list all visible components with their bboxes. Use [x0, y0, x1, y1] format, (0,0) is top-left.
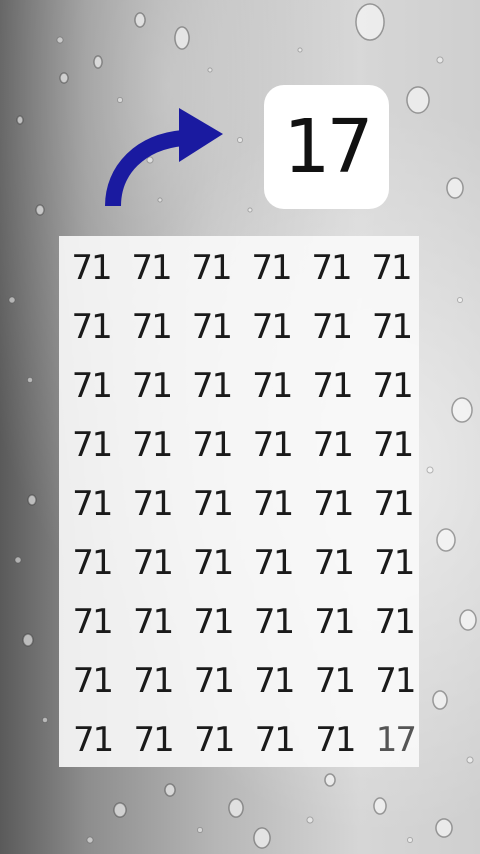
grid-cell[interactable]: 71	[243, 592, 303, 651]
grid-cell[interactable]: 71	[123, 710, 183, 769]
grid-cell[interactable]: 71	[303, 533, 363, 592]
grid-cell[interactable]: 17	[365, 710, 425, 769]
grid-cell[interactable]: 71	[302, 356, 362, 415]
grid-cell[interactable]: 71	[303, 474, 363, 533]
grid-cell[interactable]: 71	[123, 651, 183, 710]
grid-cell[interactable]: 71	[181, 297, 241, 356]
grid-cell[interactable]: 71	[241, 238, 301, 297]
grid-cell[interactable]: 71	[121, 297, 181, 356]
grid-cell[interactable]: 71	[364, 533, 424, 592]
grid-cell[interactable]: 71	[244, 651, 304, 710]
grid-cell[interactable]: 71	[182, 474, 242, 533]
grid-cell[interactable]: 71	[241, 297, 301, 356]
grid-cell[interactable]: 71	[242, 356, 302, 415]
grid-cell[interactable]: 71	[243, 474, 303, 533]
grid-cell[interactable]: 71	[62, 651, 122, 710]
grid-cell[interactable]: 71	[62, 533, 122, 592]
grid-cell[interactable]: 71	[305, 710, 365, 769]
grid-cell[interactable]: 71	[182, 356, 242, 415]
grid-cell[interactable]: 71	[304, 651, 364, 710]
grid-cell[interactable]: 71	[62, 592, 122, 651]
grid-cell[interactable]: 71	[184, 710, 244, 769]
grid-cell[interactable]: 71	[123, 592, 183, 651]
grid-cell[interactable]: 71	[244, 710, 304, 769]
grid-cell[interactable]: 71	[62, 415, 122, 474]
grid-cell[interactable]: 71	[242, 415, 302, 474]
grid-cell[interactable]: 71	[304, 592, 364, 651]
grid-cell[interactable]: 71	[61, 356, 121, 415]
grid-cell[interactable]: 71	[183, 533, 243, 592]
grid-cell[interactable]: 71	[183, 592, 243, 651]
grid-cell[interactable]: 71	[365, 651, 425, 710]
grid-cell[interactable]: 71	[363, 474, 423, 533]
target-number-box: 17	[264, 85, 389, 209]
curved-arrow-icon	[105, 108, 223, 207]
grid-cell[interactable]: 71	[122, 415, 182, 474]
grid-cell[interactable]: 71	[302, 415, 362, 474]
grid-cell[interactable]: 71	[61, 238, 121, 297]
number-grid: 71 71 71 71 71 71 71 71 71 71 71 71 71 71 71 71 71 71 71 71…	[59, 236, 419, 767]
grid-cell[interactable]: 71	[243, 533, 303, 592]
grid-cell[interactable]: 71	[122, 356, 182, 415]
grid-cell[interactable]: 71	[364, 592, 424, 651]
grid-cell[interactable]: 71	[122, 474, 182, 533]
grid-cell[interactable]: 71	[122, 533, 182, 592]
grid-cell[interactable]: 71	[121, 238, 181, 297]
grid-cell[interactable]: 71	[62, 474, 122, 533]
grid-cell[interactable]: 71	[363, 415, 423, 474]
grid-cell[interactable]: 71	[362, 297, 422, 356]
grid-cell[interactable]: 71	[63, 710, 123, 769]
grid-cell[interactable]: 71	[362, 356, 422, 415]
grid-cell[interactable]: 71	[183, 651, 243, 710]
grid-cell[interactable]: 71	[181, 238, 241, 297]
grid-cell[interactable]: 71	[182, 415, 242, 474]
grid-cell[interactable]: 71	[61, 297, 121, 356]
grid-cell[interactable]: 71	[301, 297, 361, 356]
grid-cell[interactable]: 71	[361, 238, 421, 297]
target-number: 17	[283, 104, 373, 190]
grid-cell[interactable]: 71	[301, 238, 361, 297]
number-grid-panel: 71 71 71 71 71 71 71 71 71 71 71 71 71 71 71 71 71 71 71 71…	[59, 236, 419, 767]
